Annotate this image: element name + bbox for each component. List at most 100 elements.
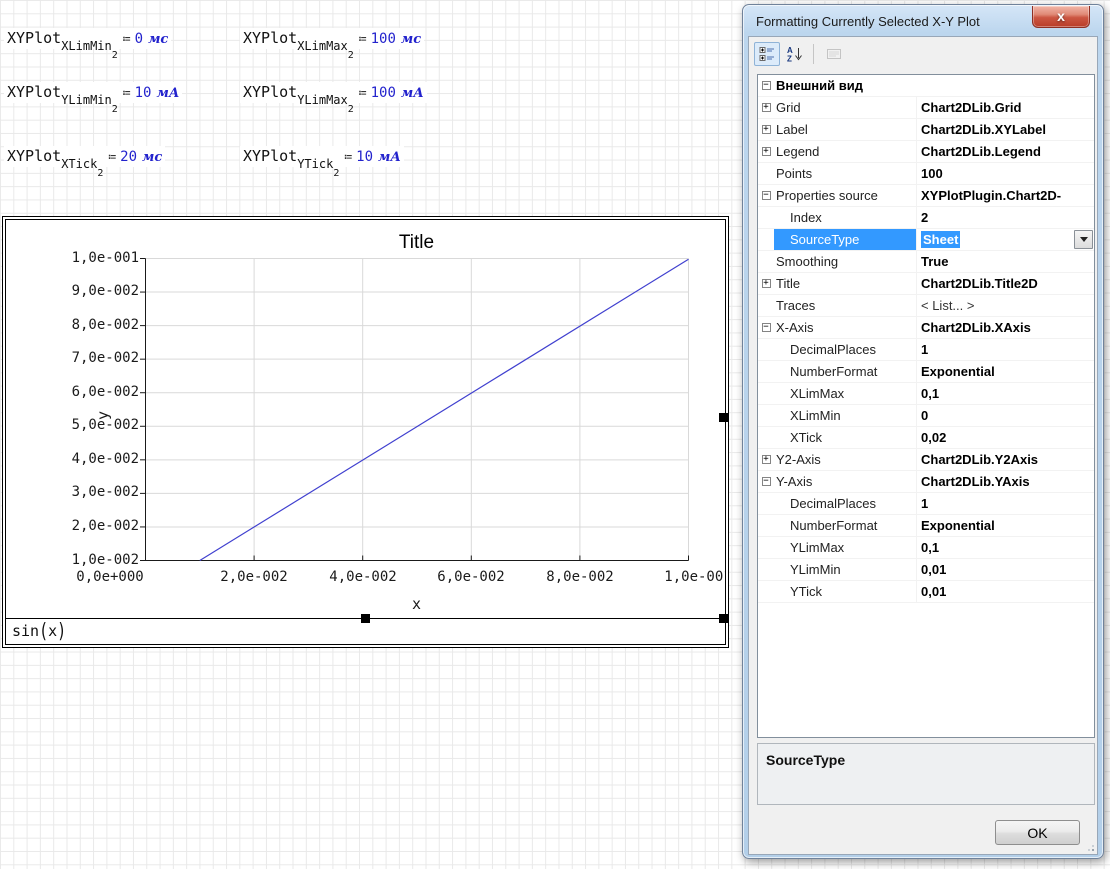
alphabetical-sort-button[interactable]: A Z (782, 42, 808, 66)
expand-gutter (758, 229, 774, 250)
property-row[interactable]: +Y2-AxisChart2DLib.Y2Axis (758, 449, 1094, 471)
expand-plus-icon[interactable]: + (762, 279, 771, 288)
selection-handle-bottom[interactable] (361, 614, 370, 623)
property-value[interactable]: Chart2DLib.Y2Axis (916, 449, 1094, 470)
property-row[interactable]: XTick0,02 (758, 427, 1094, 449)
property-value[interactable]: < List... > (916, 295, 1094, 316)
property-row[interactable]: Traces< List... > (758, 295, 1094, 317)
property-row[interactable]: YLimMin0,01 (758, 559, 1094, 581)
property-value[interactable]: 0,01 (916, 559, 1094, 580)
property-name: SourceType (774, 229, 916, 250)
property-value[interactable]: 1 (916, 339, 1094, 360)
definition-operator: ≔ (359, 32, 367, 47)
property-row[interactable]: DecimalPlaces1 (758, 493, 1094, 515)
math-region[interactable]: XYPlotYLimMin2≔10мА (4, 82, 182, 103)
property-value[interactable]: Chart2DLib.Grid (916, 97, 1094, 118)
plot-title: Title (145, 232, 688, 254)
property-value-text: Chart2DLib.Legend (921, 144, 1041, 159)
property-value[interactable]: 0,1 (916, 537, 1094, 558)
expand-plus-icon[interactable]: + (762, 125, 771, 134)
property-value[interactable]: 0,01 (916, 581, 1094, 602)
property-name: XLimMax (774, 383, 916, 404)
y-tick-label: 9,0e-002 (6, 283, 139, 299)
property-row[interactable]: Points100 (758, 163, 1094, 185)
expand-plus-icon[interactable]: + (762, 455, 771, 464)
property-value[interactable]: Chart2DLib.Legend (916, 141, 1094, 162)
property-row[interactable]: +LabelChart2DLib.XYLabel (758, 119, 1094, 141)
property-row[interactable]: YTick0,01 (758, 581, 1094, 603)
property-value[interactable]: 1 (916, 493, 1094, 514)
trace-argument: x (48, 622, 57, 640)
math-unit: мс (148, 32, 168, 47)
expand-minus-icon[interactable]: − (762, 191, 771, 200)
xy-plot-region[interactable]: Title 1,0e-0019,0e-0028,0e-0027,0e-0026,… (2, 216, 729, 648)
property-row[interactable]: SourceTypeSheet (758, 229, 1094, 251)
property-name: XLimMin (774, 405, 916, 426)
selection-handle-right[interactable] (719, 413, 728, 422)
property-name: Index (774, 207, 916, 228)
ok-button[interactable]: OK (995, 820, 1080, 845)
resize-grip[interactable] (1086, 843, 1094, 851)
property-row[interactable]: −Y-AxisChart2DLib.YAxis (758, 471, 1094, 493)
property-row[interactable]: DecimalPlaces1 (758, 339, 1094, 361)
selection-handle-bottom-right[interactable] (719, 614, 728, 623)
definition-operator: ≔ (359, 86, 367, 101)
expand-gutter (758, 581, 774, 602)
expand-minus-icon[interactable]: − (762, 323, 771, 332)
property-value[interactable]: Exponential (916, 361, 1094, 382)
property-value[interactable]: Sheet (916, 229, 1094, 250)
property-row[interactable]: NumberFormatExponential (758, 361, 1094, 383)
property-value-text: Chart2DLib.YAxis (921, 474, 1030, 489)
definition-operator: ≔ (123, 32, 131, 47)
math-value: 10 (135, 85, 152, 101)
property-row[interactable]: −X-AxisChart2DLib.XAxis (758, 317, 1094, 339)
property-value[interactable]: 0 (916, 405, 1094, 426)
close-button[interactable]: x (1032, 6, 1090, 28)
property-value[interactable]: Exponential (916, 515, 1094, 536)
property-value[interactable]: 0,1 (916, 383, 1094, 404)
math-region[interactable]: XYPlotYTick2≔10мА (240, 146, 404, 167)
property-category-row[interactable]: −Внешний вид (758, 75, 1094, 97)
dropdown-button[interactable] (1074, 230, 1093, 249)
property-value[interactable]: Chart2DLib.Title2D (916, 273, 1094, 294)
trace-function-name: sin (12, 622, 39, 640)
property-row[interactable]: SmoothingTrue (758, 251, 1094, 273)
math-unit: мА (401, 86, 424, 101)
property-value-text: True (921, 254, 948, 269)
close-icon: x (1057, 8, 1065, 24)
math-variable: XYPlot (243, 83, 297, 101)
property-row[interactable]: YLimMax0,1 (758, 537, 1094, 559)
expand-plus-icon[interactable]: + (762, 103, 771, 112)
property-value[interactable]: 0,02 (916, 427, 1094, 448)
math-region[interactable]: XYPlotXLimMin2≔0мс (4, 28, 171, 49)
property-row[interactable]: +TitleChart2DLib.Title2D (758, 273, 1094, 295)
expand-plus-icon[interactable]: + (762, 147, 771, 156)
math-region[interactable]: XYPlotXLimMax2≔100мс (240, 28, 424, 49)
y-tick-label: 2,0e-002 (6, 518, 139, 534)
property-value[interactable]: XYPlotPlugin.Chart2D- (916, 185, 1094, 206)
math-region[interactable]: XYPlotXTick2≔20мс (4, 146, 165, 167)
property-row[interactable]: +GridChart2DLib.Grid (758, 97, 1094, 119)
property-value-text: 1 (921, 342, 928, 357)
property-value[interactable]: 100 (916, 163, 1094, 184)
property-row[interactable]: −Properties sourceXYPlotPlugin.Chart2D- (758, 185, 1094, 207)
property-value[interactable]: Chart2DLib.XAxis (916, 317, 1094, 338)
property-row[interactable]: XLimMax0,1 (758, 383, 1094, 405)
property-value[interactable]: Chart2DLib.YAxis (916, 471, 1094, 492)
property-value[interactable]: True (916, 251, 1094, 272)
expand-gutter: + (758, 119, 774, 140)
property-grid-toolbar: A Z (752, 40, 1094, 68)
categorized-button[interactable] (754, 42, 780, 66)
expand-gutter (758, 427, 774, 448)
property-row[interactable]: NumberFormatExponential (758, 515, 1094, 537)
property-row[interactable]: Index2 (758, 207, 1094, 229)
dialog-titlebar[interactable]: Formatting Currently Selected X-Y Plot x (743, 5, 1103, 36)
expand-minus-icon[interactable]: − (762, 81, 771, 90)
property-value[interactable]: 2 (916, 207, 1094, 228)
property-row[interactable]: +LegendChart2DLib.Legend (758, 141, 1094, 163)
expand-minus-icon[interactable]: − (762, 477, 771, 486)
property-name: Y2-Axis (774, 449, 916, 470)
property-row[interactable]: XLimMin0 (758, 405, 1094, 427)
property-value[interactable]: Chart2DLib.XYLabel (916, 119, 1094, 140)
math-region[interactable]: XYPlotYLimMax2≔100мА (240, 82, 427, 103)
